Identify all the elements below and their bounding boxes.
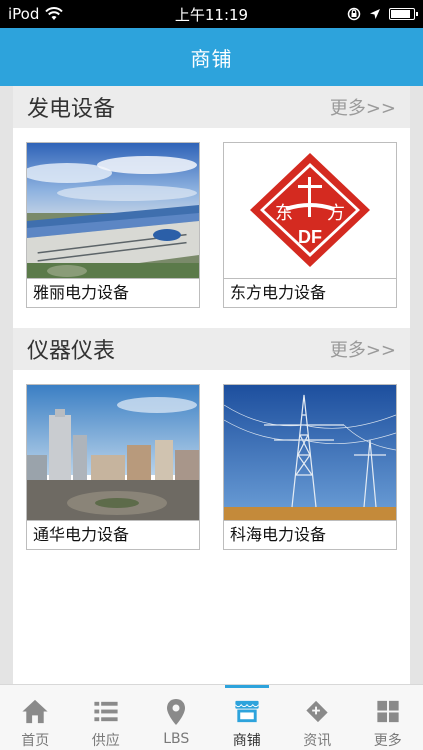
news-icon bbox=[306, 700, 328, 723]
tab-lbs[interactable]: LBS bbox=[141, 685, 212, 750]
carrier-label: iPod bbox=[8, 5, 40, 23]
status-right bbox=[347, 7, 418, 21]
shop-card[interactable]: DF 东 方 东方电力设备 bbox=[223, 142, 397, 308]
shop-card[interactable]: 通华电力设备 bbox=[26, 384, 200, 550]
logo-char-side: 方 bbox=[327, 203, 345, 224]
more-link[interactable]: 更多>> bbox=[330, 336, 396, 362]
wifi-icon bbox=[45, 7, 64, 20]
section-instruments: 仪器仪表 更多>> 通华电力设备 科海电力设备 bbox=[13, 328, 410, 570]
content-area: 发电设备 更多>> 雅丽电力设备 DF 东 方 东方电力设备 仪器仪表 更多>>… bbox=[13, 86, 410, 684]
tab-label: 资讯 bbox=[303, 733, 332, 749]
grid-icon bbox=[377, 700, 399, 723]
shop-card[interactable]: 科海电力设备 bbox=[223, 384, 397, 550]
shop-name: 东方电力设备 bbox=[224, 278, 396, 307]
df-logo-text: DF bbox=[298, 227, 322, 247]
home-icon bbox=[22, 699, 48, 724]
tab-label: LBS bbox=[163, 731, 190, 747]
section-power-generation: 发电设备 更多>> 雅丽电力设备 DF 东 方 东方电力设备 bbox=[13, 86, 410, 328]
section-header: 仪器仪表 更多>> bbox=[13, 328, 410, 370]
city-photo bbox=[27, 385, 199, 520]
tab-label: 首页 bbox=[21, 733, 50, 749]
shop-name: 科海电力设备 bbox=[224, 520, 396, 549]
tab-shop[interactable]: 商铺 bbox=[212, 685, 283, 750]
shop-name: 雅丽电力设备 bbox=[27, 278, 199, 307]
shop-grid: 雅丽电力设备 DF 东 方 东方电力设备 bbox=[13, 128, 410, 328]
section-title: 发电设备 bbox=[27, 97, 116, 122]
logo-char-east: 东 bbox=[275, 203, 293, 224]
page-title: 商铺 bbox=[190, 46, 233, 71]
status-bar: iPod 上午11:19 bbox=[0, 0, 423, 28]
section-title: 仪器仪表 bbox=[27, 339, 116, 364]
battery-icon bbox=[389, 8, 418, 20]
more-link[interactable]: 更多>> bbox=[330, 94, 396, 120]
status-left: iPod bbox=[8, 5, 64, 23]
section-header: 发电设备 更多>> bbox=[13, 86, 410, 128]
tab-home[interactable]: 首页 bbox=[0, 685, 71, 750]
tab-more[interactable]: 更多 bbox=[353, 685, 423, 750]
list-icon bbox=[94, 701, 118, 722]
location-arrow-icon bbox=[370, 9, 380, 19]
shop-name: 通华电力设备 bbox=[27, 520, 199, 549]
location-pin-icon bbox=[167, 699, 186, 725]
tab-supply[interactable]: 供应 bbox=[71, 685, 142, 750]
power-tower-photo bbox=[224, 385, 396, 520]
df-logo: DF 东 方 bbox=[224, 143, 396, 278]
rotation-lock-icon bbox=[347, 7, 361, 21]
tab-label: 商铺 bbox=[232, 733, 261, 749]
tab-bar: 首页 供应 LBS 商铺 资讯 更多 bbox=[0, 684, 423, 750]
shop-icon bbox=[234, 700, 259, 723]
tab-label: 更多 bbox=[373, 733, 402, 749]
factory-photo bbox=[27, 143, 199, 278]
shop-grid: 通华电力设备 科海电力设备 bbox=[13, 370, 410, 570]
tab-news[interactable]: 资讯 bbox=[282, 685, 353, 750]
shop-card[interactable]: 雅丽电力设备 bbox=[26, 142, 200, 308]
tab-label: 供应 bbox=[91, 733, 120, 749]
nav-bar: 商铺 bbox=[0, 28, 423, 86]
